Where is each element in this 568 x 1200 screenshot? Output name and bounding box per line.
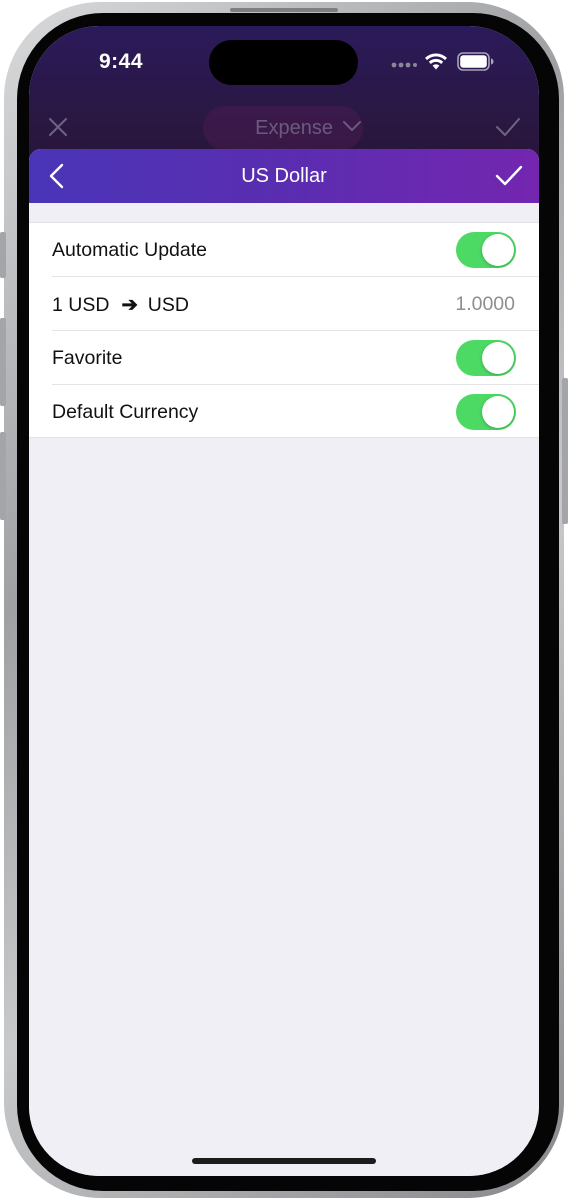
chevron-left-icon[interactable] [47, 163, 69, 189]
default-currency-row: Default Currency [29, 385, 539, 439]
toggle-knob [482, 342, 514, 374]
automatic-update-row: Automatic Update [29, 223, 539, 277]
currency-detail-sheet: US Dollar Automatic Update 1 USD ➔ USD 1.0… [29, 149, 539, 1176]
checkmark-icon[interactable] [495, 164, 523, 188]
volume-down-button [0, 432, 6, 520]
home-indicator[interactable] [192, 1158, 376, 1164]
status-time: 9:44 [99, 50, 144, 73]
automatic-update-label: Automatic Update [52, 239, 208, 261]
default-currency-toggle[interactable] [456, 394, 516, 430]
volume-up-button [0, 318, 6, 406]
favorite-toggle[interactable] [456, 340, 516, 376]
favorite-label: Favorite [52, 347, 123, 369]
automatic-update-toggle[interactable] [456, 232, 516, 268]
exchange-rate-value[interactable]: 1.0000 [455, 293, 515, 317]
toggle-knob [482, 396, 514, 428]
favorite-row: Favorite [29, 331, 539, 385]
transaction-type-selector[interactable]: Expense [203, 106, 363, 150]
default-currency-label: Default Currency [52, 401, 199, 423]
exchange-rate-row[interactable]: 1 USD ➔ USD 1.0000 [29, 277, 539, 331]
speaker-slot [230, 8, 338, 12]
dynamic-island [209, 40, 358, 85]
screen: 9:44 Expense US Dollar Automatic Update … [29, 26, 539, 1176]
background-toolbar: Expense [29, 106, 539, 150]
power-button [562, 378, 568, 524]
toggle-knob [482, 234, 514, 266]
page-title: US Dollar [241, 165, 327, 187]
currency-settings-list: Automatic Update 1 USD ➔ USD 1.0000 Favori… [29, 222, 539, 438]
to-currency-label: USD [147, 294, 189, 316]
chevron-down-icon [343, 121, 361, 131]
status-bar: 9:44 [29, 26, 539, 100]
navigation-bar: US Dollar [29, 149, 539, 203]
wifi-icon [425, 53, 447, 70]
action-button [0, 232, 6, 278]
transaction-type-label: Expense [255, 117, 333, 139]
close-icon[interactable] [47, 116, 69, 138]
from-currency-label: 1 USD [52, 294, 110, 316]
exchange-rate-label: 1 USD ➔ USD [52, 293, 189, 317]
cellular-signal-icon [391, 62, 417, 68]
battery-icon [457, 52, 494, 71]
checkmark-icon[interactable] [495, 116, 521, 138]
arrow-right-icon: ➔ [121, 294, 138, 316]
